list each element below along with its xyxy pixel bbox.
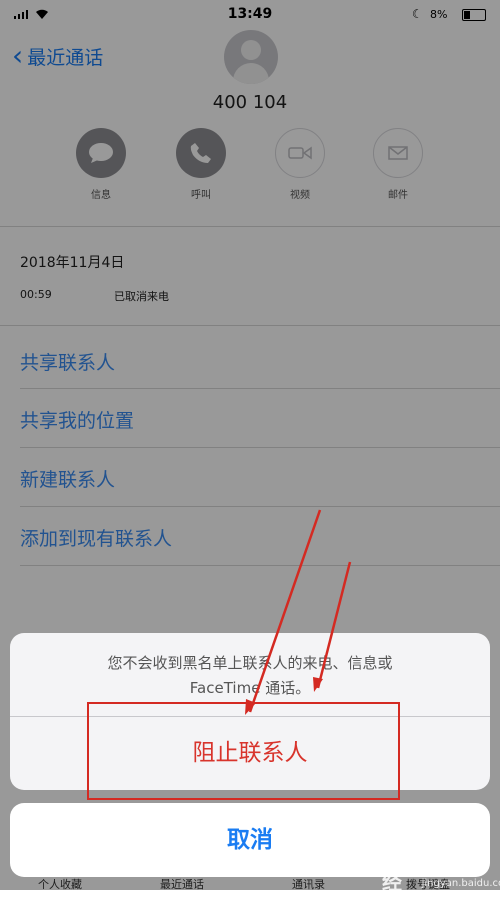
annotation-arrows	[245, 509, 352, 715]
watermark: Bai经验 jingyan.baidu.com	[382, 842, 500, 924]
arrow-line	[248, 509, 322, 713]
arrow-head-icon	[313, 677, 323, 692]
arrow-line	[316, 561, 352, 689]
watermark-brand: Bai经验	[382, 842, 418, 923]
watermark-sub: jingyan.baidu.com	[421, 877, 500, 889]
